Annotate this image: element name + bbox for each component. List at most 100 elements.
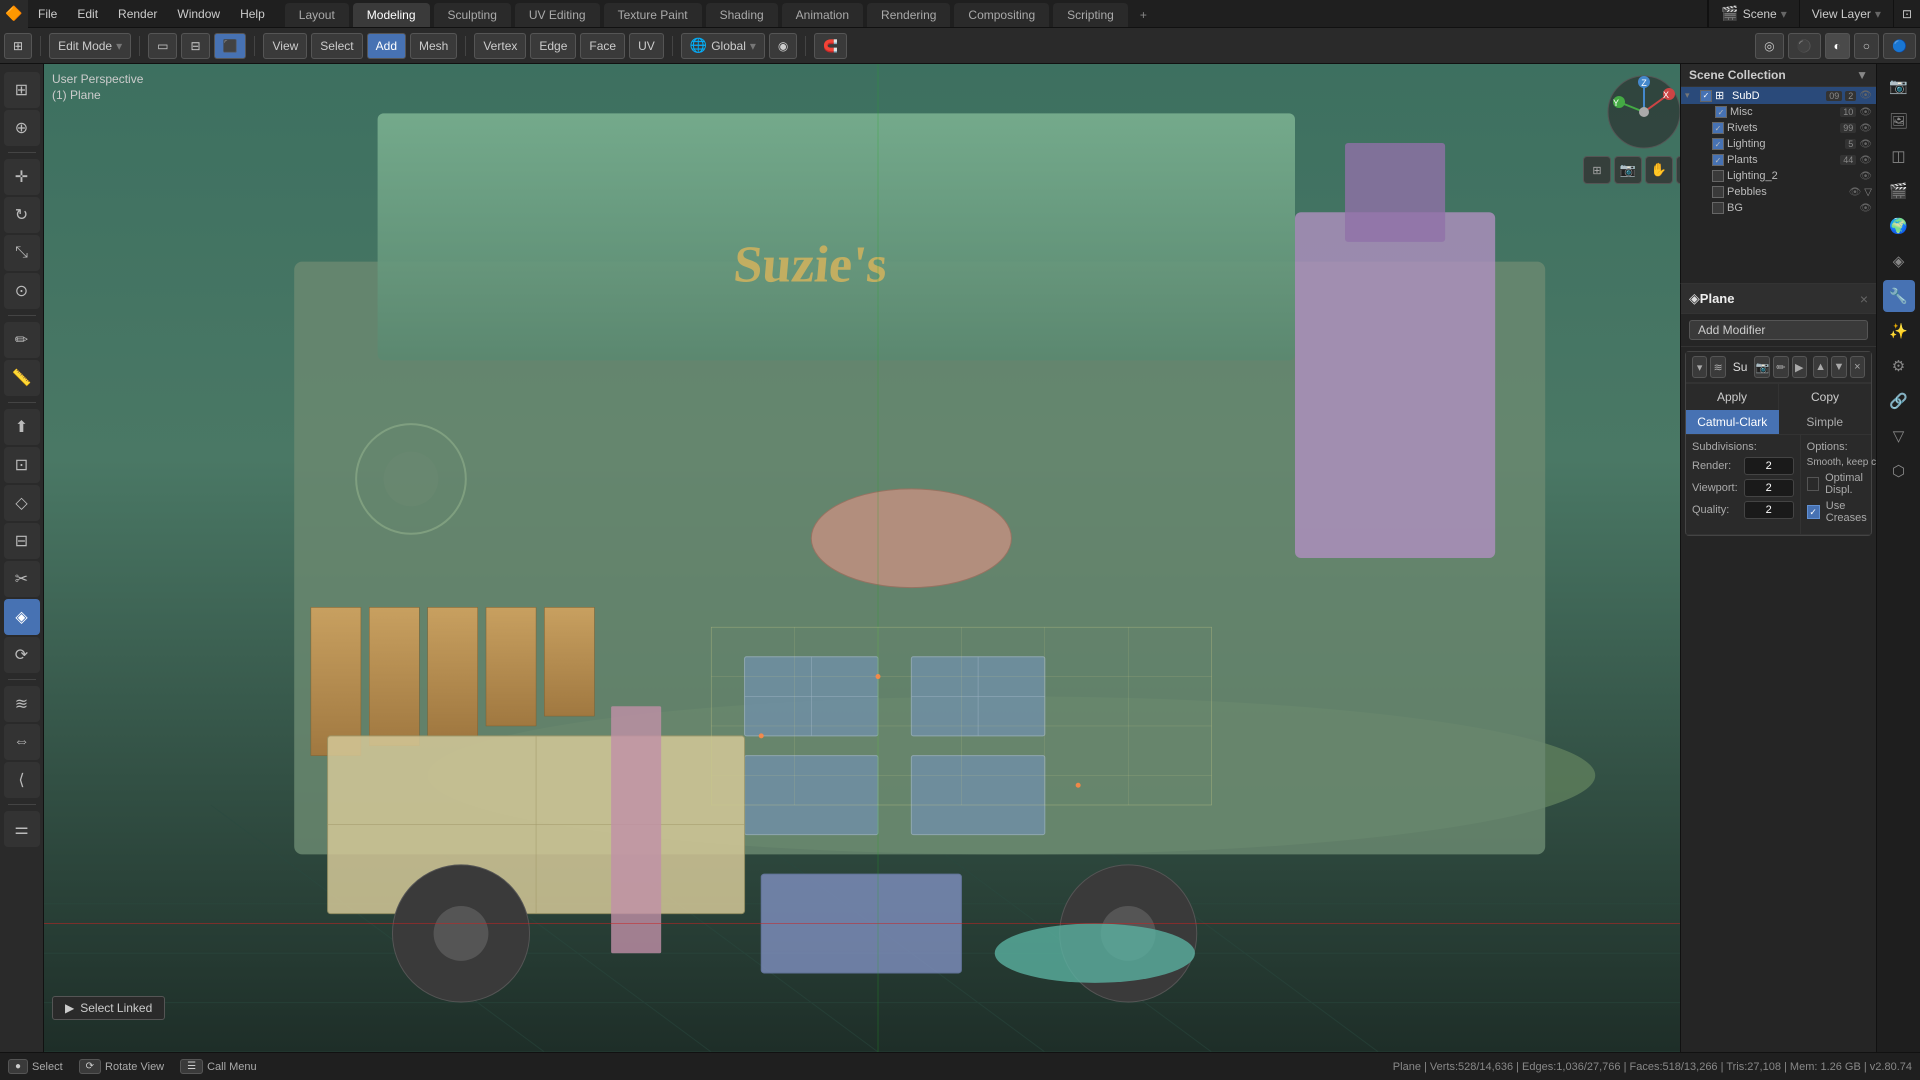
tab-layout[interactable]: Layout xyxy=(285,3,349,27)
overlay-btn[interactable]: ◎ xyxy=(1755,33,1783,59)
tool-move[interactable]: ✛ xyxy=(4,159,40,195)
transform-selector[interactable]: 🌐 Global ▾ xyxy=(681,33,765,59)
tab-shading[interactable]: Shading xyxy=(706,3,778,27)
tab-texture-paint[interactable]: Texture Paint xyxy=(604,3,702,27)
tool-poly-build[interactable]: ◈ xyxy=(4,599,40,635)
prop-output-icon[interactable]: 🖼 xyxy=(1883,105,1915,137)
viewport-perspective-btn[interactable]: ⊞ xyxy=(1583,156,1611,184)
tab-scripting[interactable]: Scripting xyxy=(1053,3,1128,27)
tool-cursor[interactable]: ⊕ xyxy=(4,110,40,146)
face-btn[interactable]: Face xyxy=(580,33,625,59)
outliner-item-lighting2[interactable]: Lighting_2 👁 xyxy=(1681,168,1876,184)
rivets-visibility-checkbox[interactable]: ✓ xyxy=(1712,122,1724,134)
proportional-edit-btn[interactable]: ◉ xyxy=(769,33,797,59)
simple-btn[interactable]: Simple xyxy=(1779,410,1872,434)
scene-selector[interactable]: 🎬 Scene ▾ xyxy=(1708,0,1799,27)
viewport-field-input[interactable] xyxy=(1744,479,1794,497)
use-creases-checkbox[interactable]: ✓ xyxy=(1807,505,1820,519)
tool-scale[interactable]: ⤡ xyxy=(4,235,40,271)
prop-material-icon[interactable]: ⬡ xyxy=(1883,455,1915,487)
tool-edge-slide[interactable]: ⇔ xyxy=(4,724,40,760)
apply-modifier-btn[interactable]: Apply xyxy=(1686,384,1779,410)
tab-compositing[interactable]: Compositing xyxy=(954,3,1049,27)
tab-rendering[interactable]: Rendering xyxy=(867,3,950,27)
subd-eye-icon[interactable]: 👁 xyxy=(1859,90,1872,101)
lighting-visibility-checkbox[interactable]: ✓ xyxy=(1712,138,1724,150)
outliner-filter-icon[interactable]: ▼ xyxy=(1856,68,1868,82)
tool-spin[interactable]: ⟳ xyxy=(4,637,40,673)
tool-rip[interactable]: ⚌ xyxy=(4,811,40,847)
tab-modeling[interactable]: Modeling xyxy=(353,3,430,27)
render-field-input[interactable] xyxy=(1744,457,1794,475)
edge-btn[interactable]: Edge xyxy=(530,33,576,59)
viewport-camera-btn[interactable]: 📷 xyxy=(1614,156,1642,184)
select-btn[interactable]: Select xyxy=(311,33,362,59)
optimal-displ-checkbox[interactable] xyxy=(1807,477,1819,491)
plants-eye-icon[interactable]: 👁 xyxy=(1859,155,1872,166)
lighting-eye-icon[interactable]: 👁 xyxy=(1859,139,1872,150)
misc-visibility-checkbox[interactable]: ✓ xyxy=(1715,106,1727,118)
viewport-move-btn[interactable]: ✋ xyxy=(1645,156,1673,184)
pebbles-eye-icon[interactable]: 👁 xyxy=(1849,187,1862,198)
prop-modifier-icon[interactable]: 🔧 xyxy=(1883,280,1915,312)
tool-measure[interactable]: 📏 xyxy=(4,360,40,396)
lighting2-eye-icon[interactable]: 👁 xyxy=(1859,171,1872,182)
copy-modifier-btn[interactable]: Copy xyxy=(1779,384,1871,410)
tool-transform[interactable]: ⊙ xyxy=(4,273,40,309)
tool-extrude[interactable]: ⬆ xyxy=(4,409,40,445)
subd-expand-icon[interactable]: ▾ xyxy=(1685,90,1697,101)
catmul-clark-btn[interactable]: Catmul-Clark xyxy=(1686,410,1779,434)
menu-edit[interactable]: Edit xyxy=(67,0,108,27)
misc-eye-icon[interactable]: 👁 xyxy=(1859,107,1872,118)
tab-uv-editing[interactable]: UV Editing xyxy=(515,3,600,27)
editor-type-btn[interactable]: ⊞ xyxy=(4,33,32,59)
modifier-render-icon[interactable]: 📷 xyxy=(1754,356,1770,378)
bg-visibility-checkbox[interactable] xyxy=(1712,202,1724,214)
blender-logo[interactable]: 🔶 xyxy=(0,0,28,28)
tool-bevel[interactable]: ◇ xyxy=(4,485,40,521)
mesh-btn[interactable]: Mesh xyxy=(410,33,457,59)
modifier-expand-icon[interactable]: ▾ xyxy=(1692,356,1707,378)
prop-view-layer-icon[interactable]: ◫ xyxy=(1883,140,1915,172)
tool-shear[interactable]: ⟨ xyxy=(4,762,40,798)
tool-inset[interactable]: ⊡ xyxy=(4,447,40,483)
quality-field-input[interactable] xyxy=(1744,501,1794,519)
solid-display-btn[interactable]: ⬛ xyxy=(214,33,247,59)
tool-smooth[interactable]: ≋ xyxy=(4,686,40,722)
viewport[interactable]: Suzie's xyxy=(44,64,1712,1052)
mesh-display-btn[interactable]: ⊟ xyxy=(181,33,209,59)
outliner-item-pebbles[interactable]: Pebbles 👁 ▽ xyxy=(1681,184,1876,200)
vertex-btn[interactable]: Vertex xyxy=(474,33,526,59)
add-modifier-btn[interactable]: Add Modifier xyxy=(1689,320,1868,340)
viewport-shading-1[interactable]: ⚫ xyxy=(1788,33,1821,59)
modifier-panel-close-btn[interactable]: × xyxy=(1860,291,1868,307)
prop-particles-icon[interactable]: ✨ xyxy=(1883,315,1915,347)
prop-render-icon[interactable]: 📷 xyxy=(1883,70,1915,102)
modifier-up-icon[interactable]: ▲ xyxy=(1813,356,1828,378)
fullscreen-btn[interactable]: ⊡ xyxy=(1893,0,1920,27)
tool-rotate[interactable]: ↻ xyxy=(4,197,40,233)
menu-file[interactable]: File xyxy=(28,0,67,27)
view-btn[interactable]: View xyxy=(263,33,307,59)
modifier-close-icon[interactable]: × xyxy=(1850,356,1865,378)
prop-data-icon[interactable]: ▽ xyxy=(1883,420,1915,452)
tool-knife[interactable]: ✂ xyxy=(4,561,40,597)
outliner-item-plants[interactable]: ✓ Plants 44 👁 xyxy=(1681,152,1876,168)
nav-gizmo[interactable]: X Y Z xyxy=(1604,72,1684,152)
mode-selector[interactable]: Edit Mode ▾ xyxy=(49,33,131,59)
bg-eye-icon[interactable]: 👁 xyxy=(1859,203,1872,214)
menu-render[interactable]: Render xyxy=(108,0,167,27)
tool-select-box[interactable]: ⊞ xyxy=(4,72,40,108)
modifier-down-icon[interactable]: ▼ xyxy=(1831,356,1846,378)
pebbles-visibility-checkbox[interactable] xyxy=(1712,186,1724,198)
tab-sculpting[interactable]: Sculpting xyxy=(434,3,511,27)
add-workspace-tab[interactable]: + xyxy=(1132,3,1155,27)
pebbles-filter-icon[interactable]: ▽ xyxy=(1864,187,1872,198)
mesh-type-btn[interactable]: ▭ xyxy=(148,33,177,59)
view-layer-selector[interactable]: View Layer ▾ xyxy=(1799,0,1893,27)
subd-visibility-checkbox[interactable]: ✓ xyxy=(1700,90,1712,102)
outliner-item-lighting[interactable]: ✓ Lighting 5 👁 xyxy=(1681,136,1876,152)
viewport-shading-2[interactable]: ◐ xyxy=(1825,33,1850,59)
snap-btn[interactable]: 🧲 xyxy=(814,33,847,59)
menu-help[interactable]: Help xyxy=(230,0,275,27)
